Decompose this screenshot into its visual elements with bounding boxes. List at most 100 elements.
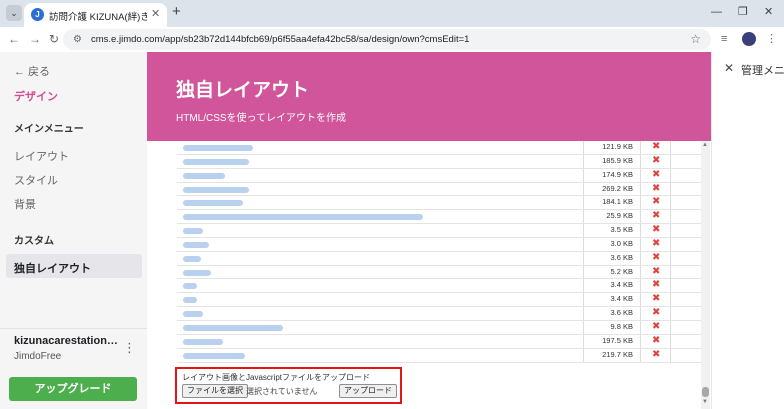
column-divider	[640, 251, 641, 265]
sidebar-item-layout[interactable]: レイアウト	[14, 148, 69, 164]
maximize-icon[interactable]: ❐	[738, 5, 748, 19]
tab-title: 訪問介護 KIZUNA(絆)きずな) ケア	[49, 12, 147, 23]
upgrade-button[interactable]: アップグレード	[9, 377, 137, 401]
upload-section: レイアウト画像とJavascriptファイルをアップロード ファイルを選択 選択…	[175, 367, 402, 404]
more-options-icon[interactable]: ⋮	[123, 341, 136, 355]
delete-icon[interactable]: ✖	[652, 196, 660, 208]
back-arrow-icon[interactable]: ←	[8, 32, 20, 46]
delete-icon[interactable]: ✖	[652, 155, 660, 167]
window-close-icon[interactable]: ✕	[764, 5, 773, 19]
delete-icon[interactable]: ✖	[652, 252, 660, 264]
delete-icon[interactable]: ✖	[652, 335, 660, 347]
new-tab-icon[interactable]: +	[172, 4, 181, 20]
delete-icon[interactable]: ✖	[652, 307, 660, 319]
reload-icon[interactable]: ↻	[49, 32, 59, 46]
column-divider	[583, 141, 584, 154]
column-divider	[670, 182, 671, 196]
file-row: 174.9 KB ✖	[177, 168, 701, 183]
file-size: 9.8 KB	[610, 321, 633, 331]
column-divider	[670, 154, 671, 168]
sidebar-item-custom-layout[interactable]: 独自レイアウト	[6, 254, 142, 278]
file-name-link[interactable]	[183, 214, 423, 221]
column-divider	[640, 154, 641, 168]
file-row: 3.0 KB ✖	[177, 237, 701, 252]
file-row: 121.9 KB ✖	[177, 141, 701, 155]
profile-avatar[interactable]	[742, 32, 756, 46]
delete-icon[interactable]: ✖	[652, 349, 660, 361]
file-name-link[interactable]	[183, 297, 197, 304]
delete-icon[interactable]: ✖	[652, 169, 660, 181]
no-file-selected-text: 選択されていません	[246, 387, 318, 396]
file-name-link[interactable]	[183, 283, 197, 290]
file-name-link[interactable]	[183, 228, 203, 235]
column-divider	[583, 224, 584, 237]
back-link[interactable]: ← 戻る	[14, 63, 50, 79]
column-divider	[670, 210, 671, 224]
file-name-link[interactable]	[183, 255, 201, 262]
sidebar-design-title[interactable]: デザイン	[14, 88, 58, 104]
browser-tab[interactable]: J 訪問介護 KIZUNA(絆)きずな) ケア ✕	[24, 3, 167, 27]
browser-menu-icon[interactable]: ⋮	[766, 32, 777, 46]
column-divider	[670, 224, 671, 237]
scroll-thumb[interactable]	[702, 387, 709, 397]
media-controls-icon[interactable]: ≡	[721, 32, 727, 46]
column-divider	[640, 348, 641, 362]
file-size: 3.0 KB	[610, 238, 633, 248]
forward-arrow-icon[interactable]: →	[29, 32, 41, 46]
file-row: 184.1 KB ✖	[177, 196, 701, 211]
scroll-up-icon[interactable]: ▲	[702, 142, 708, 149]
delete-icon[interactable]: ✖	[652, 183, 660, 195]
file-row: 9.8 KB ✖	[177, 320, 701, 335]
file-size: 121.9 KB	[602, 142, 633, 151]
address-bar[interactable]: ⚙ cms.e.jimdo.com/app/sb23b72d144bfcb69/…	[63, 29, 711, 50]
scroll-down-icon[interactable]: ▼	[702, 399, 708, 406]
column-divider	[640, 334, 641, 348]
file-name-link[interactable]	[183, 186, 249, 193]
delete-icon[interactable]: ✖	[652, 238, 660, 250]
minimize-icon[interactable]: —	[711, 5, 722, 19]
delete-icon[interactable]: ✖	[652, 210, 660, 222]
delete-icon[interactable]: ✖	[652, 321, 660, 333]
column-divider	[583, 210, 584, 224]
column-divider	[670, 293, 671, 307]
file-name-link[interactable]	[183, 338, 223, 345]
file-name-link[interactable]	[183, 172, 225, 179]
column-divider	[670, 168, 671, 182]
sidebar-item-style[interactable]: スタイル	[14, 172, 58, 188]
file-row: 3.6 KB ✖	[177, 307, 701, 321]
sidebar-item-background[interactable]: 背景	[14, 196, 36, 212]
column-divider	[640, 182, 641, 196]
delete-icon[interactable]: ✖	[652, 279, 660, 291]
tab-close-icon[interactable]: ✕	[151, 8, 160, 21]
site-info-icon[interactable]: ⚙	[73, 33, 82, 46]
browser-tabstrip: ⌄ J 訪問介護 KIZUNA(絆)きずな) ケア ✕ + — ❐ ✕	[0, 0, 784, 27]
column-divider	[640, 168, 641, 182]
delete-icon[interactable]: ✖	[652, 266, 660, 278]
file-name-link[interactable]	[183, 158, 249, 165]
column-divider	[583, 307, 584, 320]
delete-icon[interactable]: ✖	[652, 224, 660, 236]
scrollbar[interactable]: ▲ ▼	[701, 141, 710, 409]
file-name-link[interactable]	[183, 311, 203, 318]
bookmark-star-icon[interactable]: ☆	[690, 32, 701, 46]
column-divider	[670, 265, 671, 279]
column-divider	[583, 348, 584, 362]
delete-icon[interactable]: ✖	[652, 141, 660, 153]
choose-file-button[interactable]: ファイルを選択	[182, 384, 248, 398]
delete-icon[interactable]: ✖	[652, 293, 660, 305]
file-name-link[interactable]	[183, 200, 243, 207]
file-name-link[interactable]	[183, 241, 209, 248]
file-name-link[interactable]	[183, 145, 253, 151]
column-divider	[670, 334, 671, 348]
close-icon[interactable]: ✕	[724, 61, 734, 75]
column-divider	[583, 168, 584, 182]
chevron-down-icon[interactable]: ⌄	[6, 5, 22, 21]
file-name-link[interactable]	[183, 352, 245, 359]
column-divider	[640, 265, 641, 279]
browser-toolbar: ← → ↻ ⚙ cms.e.jimdo.com/app/sb23b72d144b…	[0, 27, 784, 52]
file-size: 3.5 KB	[610, 225, 633, 235]
file-name-link[interactable]	[183, 269, 211, 276]
file-size: 174.9 KB	[602, 169, 633, 179]
file-name-link[interactable]	[183, 324, 283, 331]
upload-button[interactable]: アップロード	[339, 384, 397, 398]
